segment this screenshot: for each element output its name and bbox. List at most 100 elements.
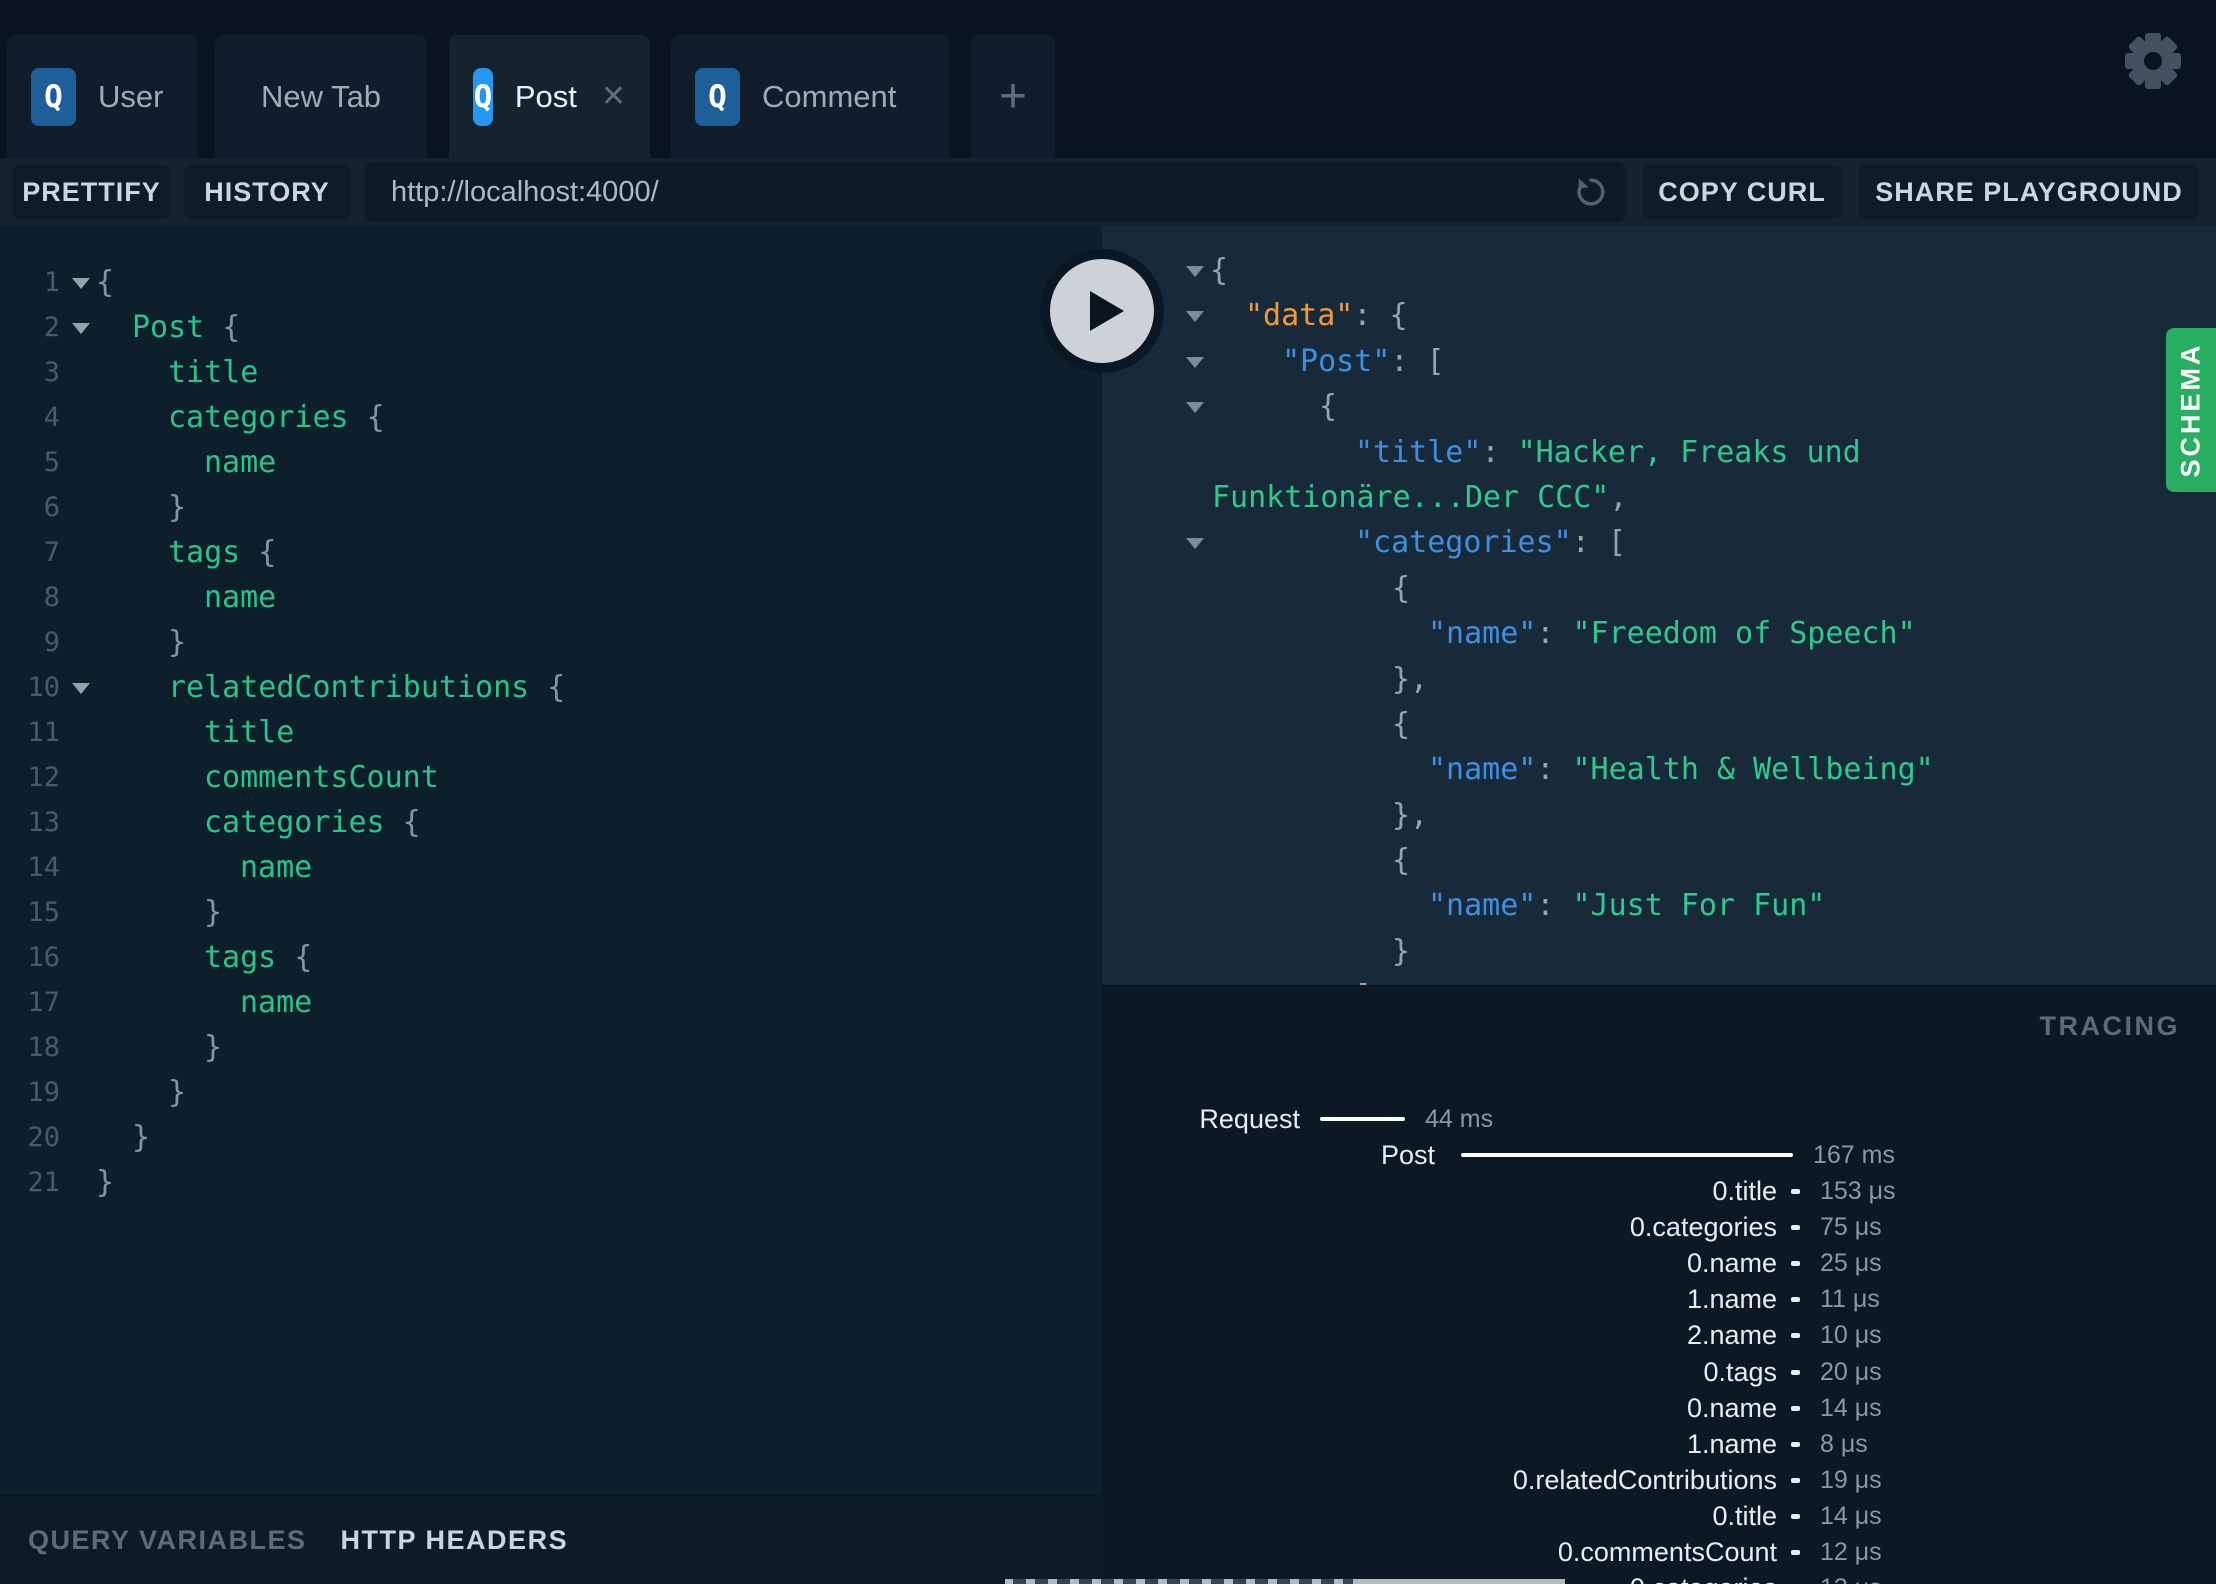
timing-dash [1791, 1405, 1800, 1411]
code-text: tags { [168, 535, 277, 570]
timing-dash [1791, 1188, 1800, 1194]
timing-dash [1791, 1477, 1800, 1483]
tab-label: User [98, 78, 164, 114]
clipped-bottom-strip [1005, 1579, 1565, 1584]
tracing-label: 1.name [1686, 1428, 1777, 1459]
endpoint-url-input[interactable] [365, 162, 1626, 222]
tracing-row: Request 44 ms [1102, 1101, 2216, 1137]
tracing-row: 0.relatedContributions 19 μs [1102, 1462, 2216, 1498]
response-line: { [1102, 248, 2216, 293]
query-variables-tab[interactable]: QUERY VARIABLES [28, 1525, 307, 1556]
editor-line: 10 relatedContributions { [0, 665, 1102, 710]
timing-duration: 20 μs [1820, 1357, 1882, 1386]
json-text: }, [1392, 797, 1429, 833]
graphql-playground-window: Q User New Tab Q Post ✕ Q Comment + PRETTIFY HI… [0, 0, 2216, 1584]
timing-duration: 153 μs [1820, 1176, 1896, 1205]
tab-comment[interactable]: Q Comment [671, 35, 950, 158]
code-text: relatedContributions { [168, 670, 566, 705]
editor-line: 21} [0, 1160, 1102, 1205]
tracing-row: 0.name 14 μs [1102, 1390, 2216, 1426]
response-line: { [1102, 838, 2216, 883]
code-text: } [168, 625, 187, 660]
timing-dash [1791, 1369, 1800, 1375]
tracing-label: 0.categories [1629, 1211, 1777, 1242]
code-text: categories { [168, 400, 385, 435]
tab-label: Comment [762, 78, 897, 114]
json-text: { [1392, 843, 1411, 879]
query-badge: Q [695, 67, 740, 126]
code-text: { [96, 265, 115, 300]
json-text: }, [1392, 661, 1429, 697]
json-text: "title": "Hacker, Freaks und [1355, 434, 1861, 470]
timing-bar [1461, 1153, 1793, 1158]
execute-query-button[interactable] [1040, 249, 1164, 373]
editor-line: 3 title [0, 350, 1102, 395]
json-text: Funktionäre...Der CCC", [1212, 479, 1628, 515]
code-text: commentsCount [204, 760, 439, 795]
editor-line: 17 name [0, 980, 1102, 1025]
code-text: name [240, 850, 313, 885]
timing-duration: 75 μs [1820, 1212, 1882, 1241]
code-text: title [204, 715, 295, 750]
editor-footer: QUERY VARIABLES HTTP HEADERS [0, 1495, 1102, 1584]
schema-tab-label: SCHEMA [2175, 342, 2206, 478]
editor-line: 16 tags { [0, 935, 1102, 980]
editor-line: 2 Post { [0, 305, 1102, 350]
timing-duration: 14 μs [1820, 1393, 1882, 1422]
response-viewer: {"data": {"Post": [{"title": "Hacker, Fr… [1102, 226, 2216, 985]
timing-duration: 44 ms [1425, 1104, 1494, 1133]
tracing-row: 0.categories 75 μs [1102, 1209, 2216, 1245]
tracing-row: Post 167 ms [1102, 1137, 2216, 1173]
tab-new-tab[interactable]: New Tab [215, 35, 427, 158]
json-text: { [1392, 706, 1411, 742]
tracing-row: 1.name 8 μs [1102, 1426, 2216, 1462]
editor-line: 11 title [0, 710, 1102, 755]
json-text: } [1392, 933, 1411, 969]
editor-line: 18} [0, 1025, 1102, 1070]
code-text: tags { [204, 940, 313, 975]
tracing-label: 0.tags [1703, 1356, 1777, 1387]
code-text: } [168, 1075, 187, 1110]
timing-dash [1791, 1441, 1800, 1447]
history-button[interactable]: HISTORY [184, 165, 350, 219]
http-headers-tab[interactable]: HTTP HEADERS [341, 1525, 569, 1556]
response-line: }, [1102, 793, 2216, 838]
editor-line: 5 name [0, 440, 1102, 485]
tab-bar: Q User New Tab Q Post ✕ Q Comment + [0, 0, 2216, 158]
response-line: Funktionäre...Der CCC", [1102, 475, 2216, 520]
tracing-label: 0.relatedContributions [1512, 1464, 1777, 1495]
code-text: title [168, 355, 259, 390]
reload-icon[interactable] [1572, 173, 1610, 211]
query-editor[interactable]: 1{2 Post {3 title 4 categories {5 name 6} 7 tags… [0, 226, 1102, 1495]
tracing-label: 1.name [1686, 1284, 1777, 1315]
tracing-label: 2.name [1686, 1320, 1777, 1351]
editor-line: 1{ [0, 260, 1102, 305]
settings-gear-icon[interactable] [2124, 32, 2182, 90]
response-line: } [1102, 929, 2216, 974]
tracing-row: 0.name 25 μs [1102, 1246, 2216, 1282]
add-tab-button[interactable]: + [971, 35, 1055, 158]
query-badge: Q [473, 67, 493, 126]
response-line: "data": { [1102, 293, 2216, 338]
editor-line: 9} [0, 620, 1102, 665]
json-text: { [1392, 570, 1411, 606]
response-line: "name": "Health & Wellbeing" [1102, 747, 2216, 792]
code-text: } [132, 1120, 151, 1155]
editor-line: 8 name [0, 575, 1102, 620]
timing-dash [1791, 1550, 1800, 1556]
copy-curl-button[interactable]: COPY CURL [1643, 165, 1841, 219]
code-text: } [168, 490, 187, 525]
share-playground-button[interactable]: SHARE PLAYGROUND [1859, 165, 2199, 219]
code-text: Post { [132, 310, 241, 345]
tracing-label: 0.name [1686, 1248, 1777, 1279]
tab-user[interactable]: Q User [7, 35, 198, 158]
code-text: categories { [204, 805, 421, 840]
close-tab-icon[interactable]: ✕ [601, 79, 626, 114]
response-line: }, [1102, 657, 2216, 702]
code-text: name [204, 580, 277, 615]
schema-side-tab[interactable]: SCHEMA [2166, 328, 2216, 492]
tab-label: New Tab [261, 78, 382, 114]
prettify-button[interactable]: PRETTIFY [13, 165, 170, 219]
tab-post[interactable]: Q Post ✕ [449, 35, 650, 158]
timing-duration: 25 μs [1820, 1249, 1882, 1278]
